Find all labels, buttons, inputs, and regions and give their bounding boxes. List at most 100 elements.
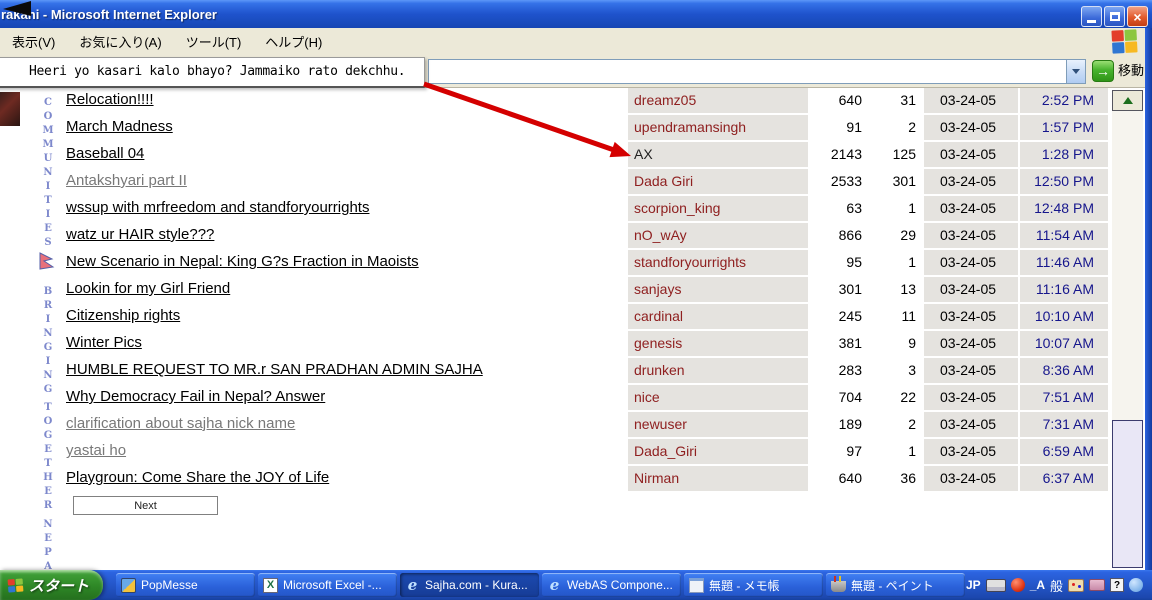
time-cell: 8:36 AM — [1020, 358, 1108, 383]
views-cell: 381 — [810, 331, 864, 356]
motto-word: BRINGING — [38, 285, 58, 397]
thread-link[interactable]: Relocation!!!! — [66, 91, 154, 108]
table-row: sanjays 301 13 03-24-05 11:16 AM — [628, 277, 1108, 302]
ime-mode-label[interactable]: 般 — [1050, 576, 1063, 595]
time-cell: 10:10 AM — [1020, 304, 1108, 329]
thread-link[interactable]: Baseball 04 — [66, 145, 144, 162]
posts-table: dreamz05 640 31 03-24-05 2:52 PM upendra… — [628, 88, 1108, 493]
username-cell[interactable]: nice — [628, 385, 808, 410]
menu-item[interactable]: ツール(T) — [186, 32, 242, 51]
scroll-up-button[interactable] — [1112, 90, 1143, 111]
address-dropdown-button[interactable] — [1066, 60, 1085, 83]
menu-item[interactable]: 表示(V) — [12, 32, 55, 51]
username-cell[interactable]: drunken — [628, 358, 808, 383]
thread-link[interactable]: Lookin for my Girl Friend — [66, 280, 230, 297]
address-combobox[interactable] — [428, 59, 1086, 84]
ime-caps-label[interactable]: _A — [1030, 578, 1045, 592]
username-cell[interactable]: newuser — [628, 412, 808, 437]
thread-link[interactable]: Why Democracy Fail in Nepal? Answer — [66, 388, 325, 405]
start-label: スタート — [29, 575, 89, 596]
taskbar-task-button[interactable]: Microsoft Excel -... — [258, 573, 397, 597]
scrollbar-thumb[interactable] — [1112, 420, 1143, 568]
page-scrollbar[interactable] — [1112, 90, 1143, 568]
table-row: cardinal 245 11 03-24-05 10:10 AM — [628, 304, 1108, 329]
thread-link[interactable]: Antakshyari part II — [66, 172, 187, 189]
taskbar-task-button[interactable]: 無題 - ペイント — [826, 573, 965, 597]
date-cell: 03-24-05 — [924, 439, 1018, 464]
thread-link[interactable]: Winter Pics — [66, 334, 142, 351]
ime-tooltip: Heeri yo kasari kalo bhayo? Jammaiko rat… — [0, 57, 425, 88]
username-cell[interactable]: genesis — [628, 331, 808, 356]
thread-link[interactable]: Playgroun: Come Share the JOY of Life — [66, 469, 329, 486]
username-cell[interactable]: AX — [628, 142, 808, 167]
close-button[interactable]: × — [1127, 6, 1148, 27]
date-cell: 03-24-05 — [924, 412, 1018, 437]
cursor-arrow-icon — [0, 0, 34, 18]
date-cell: 03-24-05 — [924, 385, 1018, 410]
thread-list-item: yastai ho — [66, 437, 641, 464]
date-cell: 03-24-05 — [924, 466, 1018, 491]
menu-item[interactable]: お気に入り(A) — [79, 32, 161, 51]
ime-ball-icon[interactable] — [1011, 578, 1025, 592]
username-cell[interactable]: scorpion_king — [628, 196, 808, 221]
date-cell: 03-24-05 — [924, 142, 1018, 167]
address-input[interactable] — [431, 62, 1055, 83]
next-button[interactable]: Next — [73, 496, 218, 515]
taskbar-task-button[interactable]: Sajha.com - Kura... — [400, 573, 539, 597]
ie-icon — [405, 578, 420, 593]
table-row: dreamz05 640 31 03-24-05 2:52 PM — [628, 88, 1108, 113]
taskbar-task-button[interactable]: PopMesse — [116, 573, 255, 597]
time-cell: 12:48 PM — [1020, 196, 1108, 221]
thread-link[interactable]: watz ur HAIR style??? — [66, 226, 214, 243]
start-button[interactable]: スタート — [0, 570, 103, 600]
replies-cell: 1 — [866, 250, 922, 275]
replies-cell: 11 — [866, 304, 922, 329]
thread-link[interactable]: HUMBLE REQUEST TO MR.r SAN PRADHAN ADMIN… — [66, 361, 483, 378]
keyboard-icon[interactable] — [986, 579, 1006, 592]
ime-palette-icon[interactable] — [1068, 579, 1084, 592]
maximize-icon — [1110, 12, 1120, 21]
menu-item[interactable]: ヘルプ(H) — [265, 32, 322, 51]
thread-link[interactable]: March Madness — [66, 118, 173, 135]
thread-list-item: New Scenario in Nepal: King G?s Fraction… — [66, 248, 641, 275]
username-cell[interactable]: sanjays — [628, 277, 808, 302]
thread-list: Relocation!!!! March Madness — [66, 88, 641, 491]
thread-link[interactable]: Citizenship rights — [66, 307, 180, 324]
username-cell[interactable]: nO_wAy — [628, 223, 808, 248]
table-row: newuser 189 2 03-24-05 7:31 AM — [628, 412, 1108, 437]
maximize-button[interactable] — [1104, 6, 1125, 27]
thread-link[interactable]: New Scenario in Nepal: King G?s Fraction… — [66, 253, 419, 270]
thread-link[interactable]: wssup with mrfreedom and standforyourrig… — [66, 199, 369, 216]
username-cell[interactable]: dreamz05 — [628, 88, 808, 113]
ime-language-label[interactable]: JP — [966, 578, 981, 592]
thread-list-item: Citizenship rights — [66, 302, 641, 329]
username-cell[interactable]: upendramansingh — [628, 115, 808, 140]
minimize-button[interactable] — [1081, 6, 1102, 27]
thread-list-item: clarification about sajha nick name — [66, 410, 641, 437]
table-row: Dada Giri 2533 301 03-24-05 12:50 PM — [628, 169, 1108, 194]
minimize-icon — [1087, 20, 1096, 23]
system-tray: JP _A 般 ? — [966, 570, 1143, 600]
go-button[interactable]: → — [1092, 60, 1114, 82]
thread-link[interactable]: yastai ho — [66, 442, 126, 459]
date-cell: 03-24-05 — [924, 196, 1018, 221]
go-button-label[interactable]: 移動 — [1118, 60, 1144, 82]
username-cell[interactable]: Nirman — [628, 466, 808, 491]
photo-fragment — [0, 92, 20, 126]
username-cell[interactable]: cardinal — [628, 304, 808, 329]
time-cell: 2:52 PM — [1020, 88, 1108, 113]
thread-link[interactable]: clarification about sajha nick name — [66, 415, 295, 432]
thread-list-item: watz ur HAIR style??? — [66, 221, 641, 248]
username-cell[interactable]: Dada_Giri — [628, 439, 808, 464]
username-cell[interactable]: Dada Giri — [628, 169, 808, 194]
views-cell: 189 — [810, 412, 864, 437]
username-cell[interactable]: standforyourrights — [628, 250, 808, 275]
date-cell: 03-24-05 — [924, 277, 1018, 302]
ime-toolbox-icon[interactable] — [1089, 579, 1105, 591]
time-cell: 10:07 AM — [1020, 331, 1108, 356]
date-cell: 03-24-05 — [924, 169, 1018, 194]
taskbar-task-button[interactable]: 無題 - メモ帳 — [684, 573, 823, 597]
date-cell: 03-24-05 — [924, 250, 1018, 275]
ime-help-icon[interactable]: ? — [1110, 578, 1124, 592]
taskbar-task-button[interactable]: WebAS Compone... — [542, 573, 681, 597]
